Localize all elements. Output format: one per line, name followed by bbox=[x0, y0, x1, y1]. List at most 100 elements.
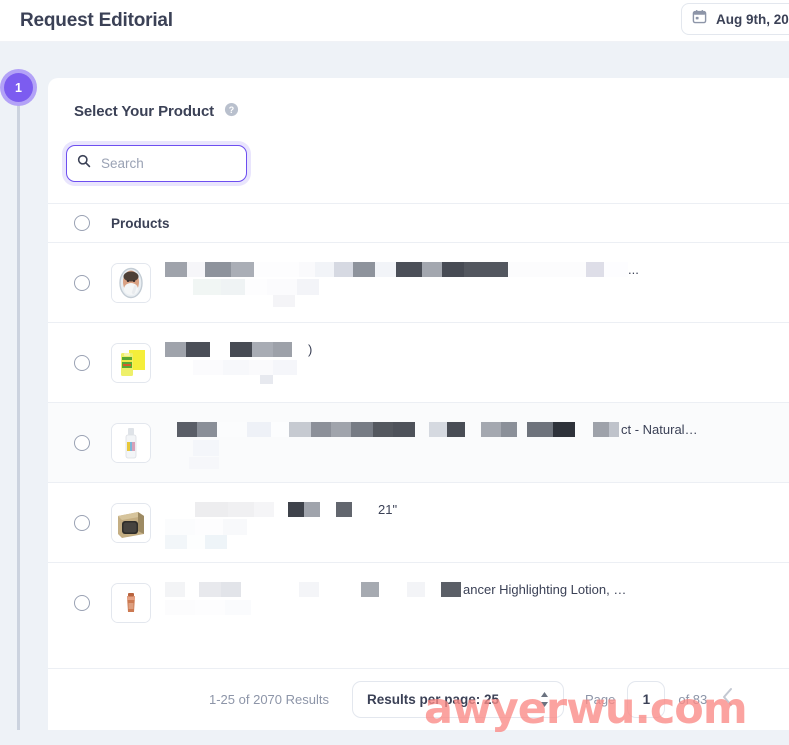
chevron-left-icon[interactable] bbox=[719, 685, 736, 714]
page-number-field[interactable] bbox=[627, 681, 666, 718]
redaction-block bbox=[353, 261, 375, 277]
step-badge-1[interactable]: 1 bbox=[4, 73, 33, 102]
redaction-block bbox=[527, 421, 553, 437]
redaction-block bbox=[273, 341, 292, 357]
redaction-block bbox=[260, 374, 273, 384]
row-title: ct - Natural… bbox=[165, 403, 789, 483]
redaction-block bbox=[447, 421, 465, 437]
redaction-block bbox=[351, 421, 373, 437]
redaction-block bbox=[425, 582, 441, 597]
redaction-block bbox=[254, 501, 274, 517]
redaction-block bbox=[441, 582, 461, 597]
list-header-row[interactable]: Products bbox=[48, 203, 789, 243]
table-row[interactable]: ) bbox=[48, 323, 789, 403]
redaction-block bbox=[254, 261, 299, 277]
date-value: Aug 9th, 20 bbox=[716, 11, 789, 27]
redaction-block bbox=[292, 341, 306, 357]
redaction-block bbox=[422, 261, 442, 277]
select-all-radio[interactable] bbox=[74, 215, 90, 231]
redaction-block bbox=[271, 421, 289, 437]
redaction-block bbox=[231, 261, 254, 277]
redaction-block bbox=[165, 600, 195, 615]
select-product-card: Select Your Product ? Search Products ..… bbox=[48, 78, 789, 733]
redaction-block bbox=[320, 501, 336, 517]
redaction-block bbox=[553, 421, 575, 437]
row-radio[interactable] bbox=[74, 595, 90, 611]
redaction-block bbox=[311, 421, 331, 437]
page-title: Request Editorial bbox=[20, 9, 173, 31]
redaction-block bbox=[223, 359, 249, 375]
redaction-block bbox=[299, 261, 315, 277]
redaction-block bbox=[245, 278, 267, 295]
redaction-block bbox=[501, 421, 517, 437]
redaction-block bbox=[195, 501, 228, 517]
redaction-block bbox=[247, 421, 271, 437]
stepper-rail bbox=[17, 95, 20, 735]
redaction-block bbox=[249, 359, 273, 375]
redaction-block bbox=[297, 278, 319, 295]
green-yellow-package-thumbnail bbox=[111, 342, 151, 383]
redaction-block bbox=[252, 341, 273, 357]
redaction-block bbox=[223, 518, 247, 535]
redaction-block bbox=[379, 582, 407, 597]
redaction-block bbox=[193, 359, 223, 375]
redaction-block bbox=[361, 582, 379, 597]
table-row[interactable]: ct - Natural… bbox=[48, 403, 789, 483]
svg-text:?: ? bbox=[229, 104, 234, 114]
page-label: Page bbox=[584, 692, 616, 707]
redaction-block bbox=[373, 421, 393, 437]
white-spray-bottle-thumbnail bbox=[111, 422, 151, 463]
row-title-tail: ancer Highlighting Lotion, … bbox=[463, 582, 627, 597]
redaction-block bbox=[195, 518, 223, 535]
search-input[interactable] bbox=[99, 155, 229, 172]
redaction-block bbox=[593, 421, 609, 437]
row-title: ... bbox=[165, 243, 789, 323]
help-circle-icon[interactable]: ? bbox=[224, 102, 239, 122]
redaction-block bbox=[609, 421, 619, 437]
redaction-block bbox=[189, 456, 219, 469]
row-radio[interactable] bbox=[74, 434, 90, 451]
redaction-block bbox=[187, 261, 205, 277]
redaction-block bbox=[304, 501, 320, 517]
redaction-block bbox=[165, 518, 195, 535]
row-title: ) bbox=[165, 323, 789, 403]
redaction-block bbox=[429, 421, 447, 437]
search-field-wrapper[interactable] bbox=[66, 145, 247, 182]
redaction-block bbox=[517, 421, 527, 437]
redaction-block bbox=[375, 261, 396, 277]
row-title: 21" bbox=[165, 483, 789, 563]
row-radio[interactable] bbox=[74, 274, 90, 291]
table-row[interactable]: 21" bbox=[48, 483, 789, 563]
row-radio[interactable] bbox=[74, 514, 90, 531]
results-count: 1-25 of 2070 Results bbox=[209, 692, 329, 707]
redaction-block bbox=[393, 421, 415, 437]
top-bar: Request Editorial Aug 9th, 20 bbox=[0, 0, 789, 42]
page-number-input[interactable] bbox=[631, 691, 662, 708]
redaction-block bbox=[199, 582, 221, 597]
redaction-block bbox=[230, 341, 252, 357]
date-picker-button[interactable]: Aug 9th, 20 bbox=[681, 3, 789, 35]
card-title: Select Your Product bbox=[74, 103, 215, 120]
redaction-block bbox=[165, 534, 187, 549]
bottom-strip bbox=[0, 730, 789, 745]
redaction-block bbox=[185, 582, 199, 597]
row-radio[interactable] bbox=[74, 354, 90, 371]
redaction-block bbox=[465, 421, 481, 437]
redaction-block bbox=[221, 582, 241, 597]
table-row[interactable]: ... bbox=[48, 243, 789, 323]
redaction-block bbox=[193, 278, 221, 295]
tan-pet-crate-thumbnail bbox=[111, 502, 151, 543]
redaction-block bbox=[273, 359, 297, 375]
redaction-block bbox=[464, 261, 508, 277]
redaction-block bbox=[221, 278, 245, 295]
redaction-block bbox=[274, 501, 288, 517]
spinner-updown-icon[interactable] bbox=[540, 691, 549, 708]
redaction-block bbox=[186, 341, 210, 357]
redaction-block bbox=[604, 261, 628, 277]
redaction-block bbox=[177, 421, 197, 437]
results-per-page-select[interactable]: Results per page: 25 bbox=[351, 681, 564, 718]
redaction-block bbox=[197, 421, 217, 437]
redaction-block bbox=[273, 294, 295, 307]
redaction-block bbox=[407, 582, 425, 597]
table-row[interactable]: ancer Highlighting Lotion, … bbox=[48, 563, 789, 643]
